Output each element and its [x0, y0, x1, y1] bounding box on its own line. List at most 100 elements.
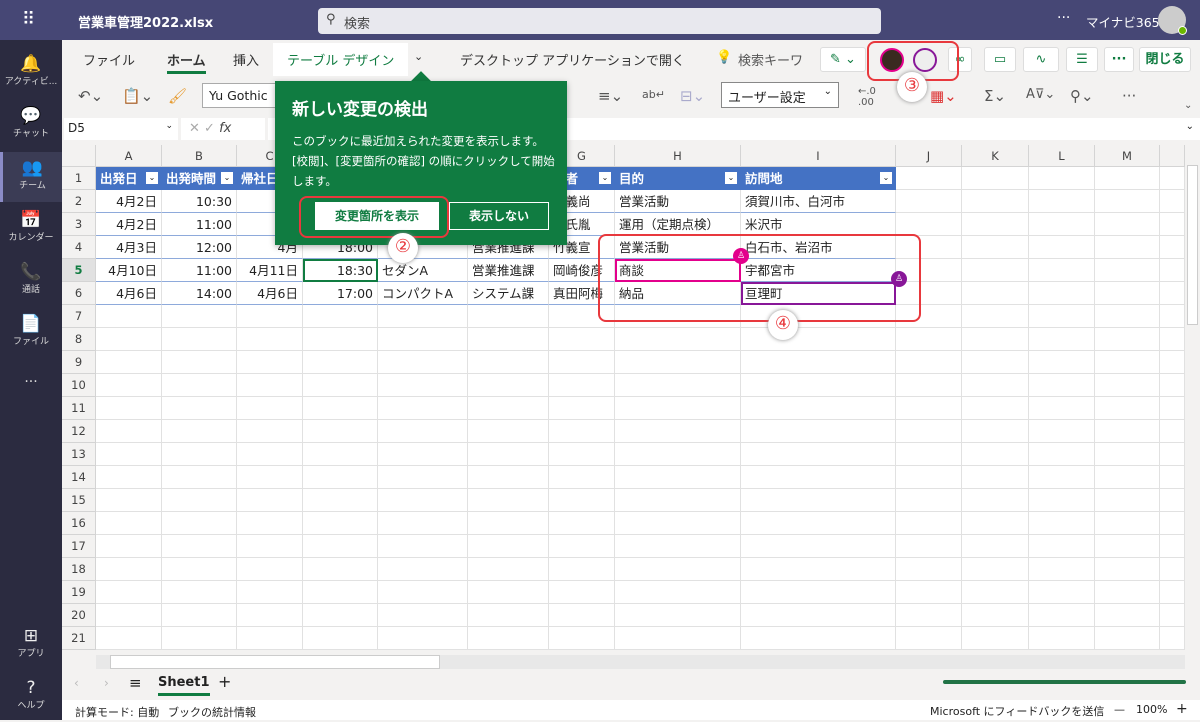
cell[interactable] [1160, 351, 1185, 374]
cell[interactable] [1160, 397, 1185, 420]
search-box[interactable]: ⚲ 検索 [318, 8, 881, 34]
cell[interactable] [303, 351, 378, 374]
cell[interactable] [468, 305, 549, 328]
cell[interactable] [1095, 443, 1160, 466]
filter-button[interactable]: ⌄ [880, 172, 892, 184]
cell[interactable] [303, 535, 378, 558]
cell[interactable] [549, 351, 615, 374]
cell[interactable] [1160, 512, 1185, 535]
cell[interactable] [1095, 213, 1160, 236]
cell[interactable] [1160, 328, 1185, 351]
cell[interactable] [303, 558, 378, 581]
cell[interactable] [468, 443, 549, 466]
cell[interactable] [741, 535, 896, 558]
cell[interactable] [96, 443, 162, 466]
cell[interactable] [896, 558, 962, 581]
cell[interactable] [615, 604, 741, 627]
selected-cell-D5[interactable] [303, 259, 378, 282]
sheet-list-icon[interactable]: ≡ [129, 674, 142, 692]
cell[interactable] [303, 328, 378, 351]
cell[interactable] [378, 351, 468, 374]
cell[interactable] [378, 374, 468, 397]
row-header-1[interactable]: 1 [62, 167, 96, 190]
cell[interactable] [615, 420, 741, 443]
cell[interactable] [1160, 466, 1185, 489]
cell[interactable] [162, 420, 237, 443]
row-header-2[interactable]: 2 [62, 190, 96, 213]
cell[interactable] [468, 466, 549, 489]
cell[interactable] [1095, 512, 1160, 535]
cell[interactable] [378, 535, 468, 558]
cell[interactable] [896, 627, 962, 650]
cell[interactable] [237, 581, 303, 604]
cell[interactable] [962, 604, 1029, 627]
cell[interactable] [962, 351, 1029, 374]
cell[interactable] [962, 167, 1029, 190]
cell[interactable] [615, 328, 741, 351]
cell[interactable] [549, 604, 615, 627]
cell[interactable] [741, 604, 896, 627]
cell[interactable]: セダンA [378, 259, 468, 282]
cell[interactable] [96, 627, 162, 650]
sidebar-item-file[interactable]: 📄 ファイル [0, 308, 62, 358]
cell[interactable] [237, 328, 303, 351]
cell[interactable] [896, 604, 962, 627]
tab-home[interactable]: ホーム [167, 50, 206, 74]
paste-icon[interactable]: 📋⌄ [122, 87, 153, 105]
cell[interactable]: 営業活動 [615, 190, 741, 213]
sort-filter-icon[interactable]: A⊽⌄ [1026, 87, 1055, 102]
cell[interactable] [162, 328, 237, 351]
cell[interactable] [741, 627, 896, 650]
column-header-K[interactable]: K [962, 145, 1029, 167]
cell[interactable] [303, 489, 378, 512]
cell[interactable] [303, 604, 378, 627]
cell[interactable] [549, 535, 615, 558]
cell[interactable] [162, 604, 237, 627]
row-header-6[interactable]: 6 [62, 282, 96, 305]
cell[interactable] [1029, 374, 1095, 397]
filter-button[interactable]: ⌄ [221, 172, 233, 184]
cell[interactable]: 10:30 [162, 190, 237, 213]
cell[interactable] [1160, 282, 1185, 305]
row-header-14[interactable]: 14 [62, 466, 96, 489]
cell[interactable] [1029, 328, 1095, 351]
cell[interactable] [1029, 259, 1095, 282]
cell[interactable] [962, 512, 1029, 535]
cell[interactable] [615, 374, 741, 397]
cell[interactable] [303, 627, 378, 650]
cell[interactable] [896, 443, 962, 466]
cell[interactable] [1029, 512, 1095, 535]
cell[interactable] [468, 397, 549, 420]
table-header-cell[interactable]: 訪問地 [741, 167, 896, 190]
increase-decimal-icon[interactable]: ←.0.00 [858, 86, 876, 108]
cell[interactable] [1095, 259, 1160, 282]
cell[interactable] [1160, 558, 1185, 581]
cell[interactable] [1029, 489, 1095, 512]
cell[interactable] [962, 305, 1029, 328]
cell[interactable] [162, 535, 237, 558]
cell[interactable] [1029, 420, 1095, 443]
cell[interactable] [303, 374, 378, 397]
cell[interactable] [741, 558, 896, 581]
cell[interactable] [741, 466, 896, 489]
cell[interactable] [1029, 627, 1095, 650]
add-sheet-button[interactable]: + [218, 672, 231, 691]
tell-me-input[interactable]: 検索キーワ [738, 50, 803, 69]
cell[interactable] [1160, 190, 1185, 213]
cell[interactable] [896, 535, 962, 558]
cell[interactable] [896, 190, 962, 213]
chevron-down-icon[interactable]: ⌄ [414, 50, 423, 63]
cell[interactable] [378, 305, 468, 328]
cell[interactable] [1095, 167, 1160, 190]
cell[interactable] [741, 420, 896, 443]
calc-mode[interactable]: 計算モード: 自動 [75, 704, 159, 720]
cell[interactable] [237, 512, 303, 535]
sidebar-item-calendar[interactable]: 📅 カレンダー [0, 204, 62, 254]
zoom-in-button[interactable]: + [1176, 701, 1188, 717]
tab-table-design[interactable]: テーブル デザイン [273, 43, 409, 76]
tab-file[interactable]: ファイル [83, 50, 135, 69]
cell[interactable] [896, 167, 962, 190]
cell[interactable] [162, 581, 237, 604]
cell[interactable] [162, 397, 237, 420]
cell[interactable] [468, 627, 549, 650]
